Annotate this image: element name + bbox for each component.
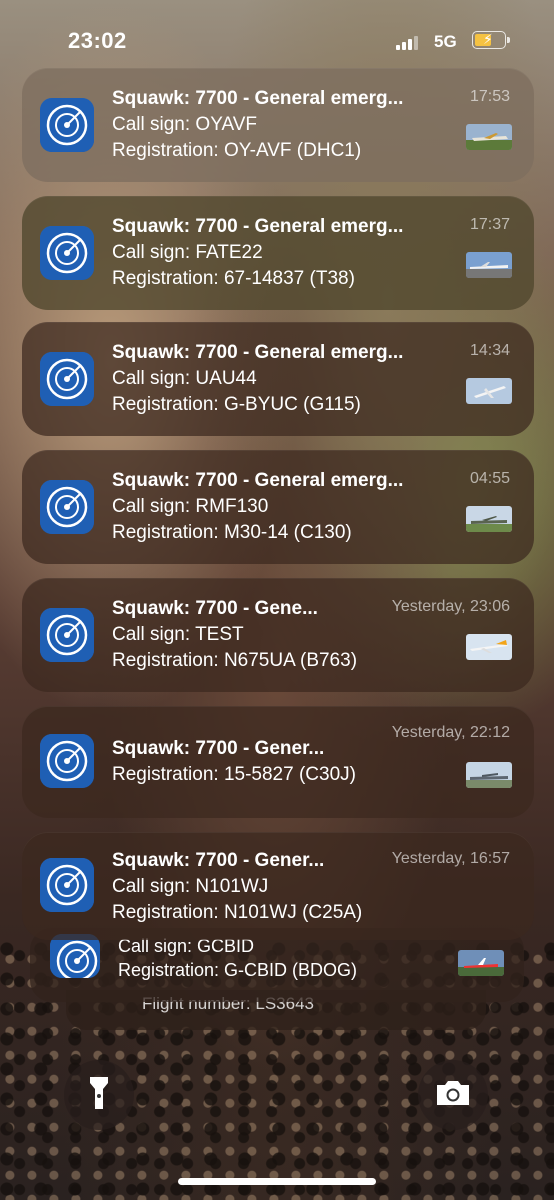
aircraft-thumbnail	[466, 252, 512, 278]
notification-registration: Registration: N675UA (B763)	[112, 650, 358, 671]
radar-app-icon	[40, 352, 94, 406]
home-indicator[interactable]	[178, 1178, 376, 1185]
status-time: 23:02	[68, 28, 127, 53]
notification-callsign: Call sign: TEST	[112, 624, 244, 645]
radar-app-icon	[50, 934, 100, 978]
notification-title: Squawk: 7700 - Gene...	[112, 598, 318, 619]
notification-registration: Registration: G-BYUC (G115)	[112, 394, 361, 415]
notification-card[interactable]: Squawk: 7700 - General emerg... Call sig…	[22, 322, 534, 436]
stacked-registration: Registration: G-CBID (BDOG)	[118, 960, 358, 980]
notification-callsign: Call sign: OYAVF	[112, 114, 258, 135]
status-bar: 23:02 5G ⚡	[0, 0, 554, 60]
aircraft-thumbnail	[458, 950, 504, 976]
notification-card[interactable]: Squawk: 7700 - Gene... Call sign: TEST R…	[22, 578, 534, 692]
notification-time: Yesterday, 23:06	[391, 598, 510, 615]
notification-callsign: Call sign: RMF130	[112, 496, 269, 517]
aircraft-thumbnail	[466, 378, 512, 404]
notification-registration: Registration: N101WJ (C25A)	[112, 902, 363, 923]
notification-registration: Registration: OY-AVF (DHC1)	[112, 140, 362, 161]
battery-icon: ⚡	[472, 31, 510, 49]
aircraft-thumbnail	[466, 506, 512, 532]
radar-app-icon	[40, 608, 94, 662]
notification-title: Squawk: 7700 - Gener...	[112, 850, 325, 871]
notification-time: 17:53	[469, 88, 510, 105]
notification-title: Squawk: 7700 - General emerg...	[112, 342, 404, 363]
notification-title: Squawk: 7700 - General emerg...	[112, 88, 404, 109]
notification-registration: Registration: 15-5827 (C30J)	[112, 764, 356, 785]
notification-card[interactable]: Squawk: 7700 - General emerg... Call sig…	[22, 196, 534, 310]
notification-time: 14:34	[469, 342, 510, 359]
notification-title: Squawk: 7700 - Gener...	[112, 738, 325, 759]
notification-card[interactable]: Squawk: 7700 - Gener... Registration: 15…	[22, 706, 534, 818]
radar-app-icon	[40, 226, 94, 280]
notification-time: Yesterday, 16:57	[391, 850, 510, 867]
notification-time: Yesterday, 22:12	[391, 724, 510, 741]
notification-card[interactable]: Squawk: 7700 - General emerg... Call sig…	[22, 450, 534, 564]
aircraft-thumbnail	[466, 762, 512, 788]
notification-registration: Registration: M30-14 (C130)	[112, 522, 352, 543]
network-type: 5G	[434, 32, 457, 51]
camera-icon	[434, 1078, 472, 1113]
notification-card[interactable]: Squawk: 7700 - General emerg... Call sig…	[22, 68, 534, 182]
notification-callsign: Call sign: N101WJ	[112, 876, 269, 897]
notification-callsign: Call sign: UAU44	[112, 368, 257, 389]
aircraft-thumbnail	[466, 634, 512, 660]
radar-app-icon	[40, 734, 94, 788]
signal-icon	[396, 34, 418, 50]
radar-app-icon	[40, 98, 94, 152]
notification-card[interactable]: Squawk: 7700 - Gener... Call sign: N101W…	[22, 832, 534, 940]
camera-button[interactable]	[418, 1060, 488, 1130]
notification-time: 04:55	[469, 470, 510, 487]
notification-title: Squawk: 7700 - General emerg...	[112, 470, 404, 491]
notification-time: 17:37	[469, 216, 510, 233]
aircraft-thumbnail	[466, 124, 512, 150]
radar-app-icon	[40, 480, 94, 534]
flashlight-icon	[88, 1075, 110, 1116]
flashlight-button[interactable]	[64, 1060, 134, 1130]
notification-registration: Registration: 67-14837 (T38)	[112, 268, 355, 289]
notification-callsign: Call sign: FATE22	[112, 242, 263, 263]
radar-app-icon	[40, 858, 94, 912]
notification-title: Squawk: 7700 - General emerg...	[112, 216, 404, 237]
